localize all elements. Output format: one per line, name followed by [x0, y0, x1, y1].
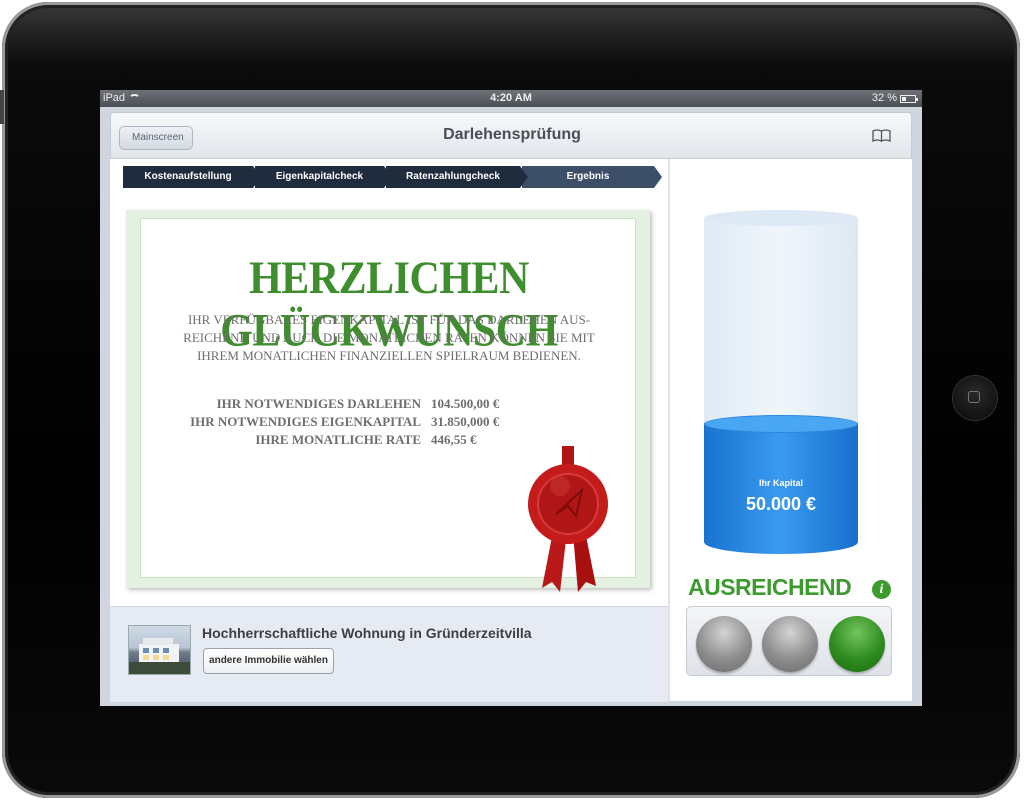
villa-image: [129, 638, 190, 674]
step-kostenaufstellung[interactable]: Kostenaufstellung: [123, 166, 261, 188]
battery-icon: [900, 94, 918, 103]
figure-row-eigenkapital: IHR NOTWENDIGES EIGENKAPITAL 31.850,000 …: [141, 413, 637, 431]
figure-label: IHR NOTWENDIGES EIGENKAPITAL: [190, 414, 421, 429]
choose-property-button[interactable]: andere Immobilie wählen: [203, 648, 334, 674]
capital-value: 50.000 €: [745, 494, 817, 514]
step-ratenzahlungcheck[interactable]: Ratenzahlungcheck: [386, 166, 528, 188]
book-icon[interactable]: [872, 129, 891, 142]
home-button[interactable]: [953, 376, 997, 420]
wax-seal-icon: [528, 446, 608, 592]
certificate-line: REICHEND UND AUCH DIE MONATLICHEN RATEN …: [183, 330, 595, 345]
ipad-device: iPad 4:20 AM 32 % Mainscreen Darlehenspr…: [0, 0, 1024, 800]
battery-fill: [902, 96, 906, 101]
figure-value: 446,55 €: [431, 432, 477, 447]
status-battery: 32 %: [871, 90, 918, 107]
home-button-icon: [968, 391, 980, 403]
figure-label: IHRE MONATLICHE RATE: [255, 432, 421, 447]
status-bar: iPad 4:20 AM 32 %: [100, 90, 922, 107]
property-title: Hochherrschaftliche Wohnung in Gründerze…: [202, 625, 532, 641]
certificate-line: IHREM MONATLICHEN FINANZIELLEN SPIELRAUM…: [197, 348, 581, 363]
light-1: [696, 616, 752, 672]
step-ergebnis[interactable]: Ergebnis: [522, 166, 662, 188]
certificate-line: IHR VERFÜGBARES EIGENKAPITAL IST FÜR DAS…: [187, 312, 591, 327]
result-status: AUSREICHEND: [688, 574, 852, 600]
step-breadcrumb: Kostenaufstellung Eigenkapitalcheck Rate…: [123, 166, 662, 188]
page-title: Darlehensprüfung: [443, 126, 581, 143]
figure-value: 31.850,000 €: [431, 414, 500, 429]
gauge-fill: [704, 423, 858, 554]
certificate-figures: IHR NOTWENDIGES DARLEHEN 104.500,00 € IH…: [141, 395, 637, 449]
gauge-fill-surface: [704, 415, 858, 433]
app-screen: iPad 4:20 AM 32 % Mainscreen Darlehenspr…: [100, 90, 922, 706]
capital-gauge: Ihr Kapital 50.000 €: [704, 210, 858, 560]
property-panel: Hochherrschaftliche Wohnung in Gründerze…: [110, 606, 668, 702]
status-time: 4:20 AM: [490, 92, 532, 104]
light-3: [829, 616, 885, 672]
figure-label: IHR NOTWENDIGES DARLEHEN: [216, 396, 421, 411]
battery-percent: 32 %: [871, 92, 897, 104]
nav-bar: Mainscreen Darlehensprüfung: [110, 112, 912, 159]
property-thumbnail[interactable]: [128, 625, 191, 675]
traffic-light-indicator: [686, 606, 892, 676]
figure-row-darlehen: IHR NOTWENDIGES DARLEHEN 104.500,00 €: [141, 395, 637, 413]
gauge-top: [704, 210, 858, 226]
info-icon[interactable]: i: [872, 580, 891, 599]
capital-label: Ihr Kapital: [758, 478, 803, 488]
side-switch: [0, 90, 4, 124]
step-eigenkapitalcheck[interactable]: Eigenkapitalcheck: [255, 166, 392, 188]
figure-value: 104.500,00 €: [431, 396, 500, 411]
certificate-message: IHR VERFÜGBARES EIGENKAPITAL IST FÜR DAS…: [161, 311, 617, 365]
light-2: [762, 616, 818, 672]
